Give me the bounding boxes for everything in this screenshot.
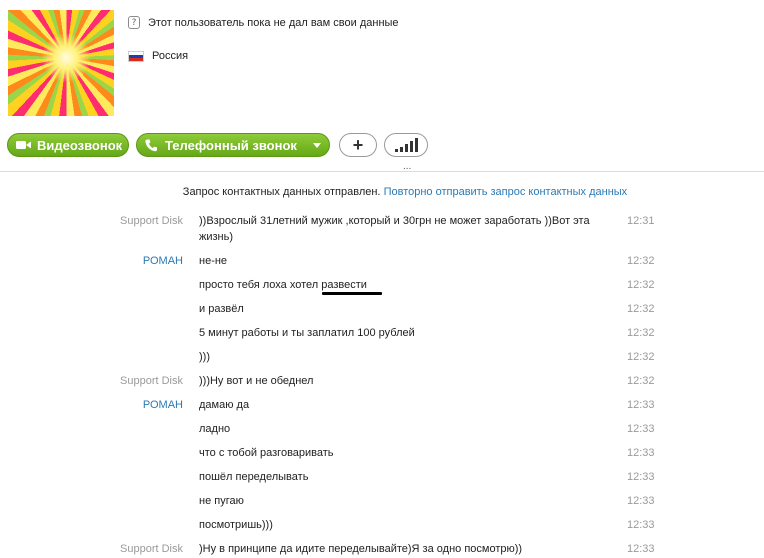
message-text: )Ну в принципе да идите переделывайте)Я … bbox=[199, 543, 523, 555]
message-text: ладно bbox=[199, 423, 231, 435]
contact-request-notice: Запрос контактных данных отправлен. Повт… bbox=[0, 186, 764, 198]
message-text: не пугаю bbox=[199, 495, 244, 507]
message-text: ))Взрослый 31летний мужик ,который и 30г… bbox=[199, 215, 590, 243]
add-button[interactable]: + bbox=[339, 133, 377, 157]
message-text: и развёл bbox=[199, 303, 244, 315]
plus-icon: + bbox=[352, 134, 364, 155]
message-time: 12:33 bbox=[627, 447, 655, 459]
message-text: дамаю да bbox=[199, 399, 250, 411]
phone-icon bbox=[145, 139, 157, 151]
handdrawn-underline bbox=[322, 292, 382, 295]
message-sender[interactable]: Support Disk bbox=[120, 373, 183, 389]
divider bbox=[0, 171, 764, 172]
message-time: 12:31 bbox=[627, 215, 655, 227]
question-icon: ? bbox=[128, 16, 140, 29]
message-time: 12:32 bbox=[627, 255, 655, 267]
message-time: 12:33 bbox=[627, 471, 655, 483]
message-time: 12:33 bbox=[627, 495, 655, 507]
message-time: 12:32 bbox=[627, 327, 655, 339]
message-time: 12:32 bbox=[627, 279, 655, 291]
signal-bars-icon bbox=[394, 138, 418, 152]
phone-call-label: Телефонный звонок bbox=[165, 137, 297, 153]
message-time: 12:33 bbox=[627, 423, 655, 435]
contact-country: Россия bbox=[152, 50, 189, 62]
message-time: 12:32 bbox=[627, 351, 655, 363]
video-call-button[interactable]: Видеозвонок bbox=[7, 133, 129, 157]
video-call-label: Видеозвонок bbox=[37, 137, 123, 153]
message-time: 12:32 bbox=[627, 375, 655, 387]
message-text: пошёл переделывать bbox=[199, 471, 309, 483]
message-time: 12:32 bbox=[627, 303, 655, 315]
message-time: 12:33 bbox=[627, 543, 655, 555]
message-text: не-не bbox=[199, 255, 228, 267]
avatar[interactable] bbox=[8, 10, 114, 116]
contact-country-row: Россия bbox=[128, 50, 188, 62]
contact-status-row: ? Этот пользователь пока не дал вам свои… bbox=[128, 16, 399, 29]
message-text: что с тобой разговаривать bbox=[199, 447, 334, 459]
message-text: 5 минут работы и ты заплатил 100 рублей bbox=[199, 327, 415, 339]
chevron-down-icon[interactable] bbox=[313, 142, 321, 148]
message-sender[interactable]: РОМАН bbox=[143, 397, 183, 413]
message-text: ))) bbox=[199, 351, 210, 363]
resend-request-link[interactable]: Повторно отправить запрос контактных дан… bbox=[384, 186, 628, 198]
contact-status-text: Этот пользователь пока не дал вам свои д… bbox=[148, 16, 399, 29]
message-text: )))Ну вот и не обеднел bbox=[199, 375, 314, 387]
phone-call-button[interactable]: Телефонный звонок bbox=[136, 133, 330, 157]
message-time: 12:33 bbox=[627, 519, 655, 531]
message-text: просто тебя лоха хотел развести bbox=[199, 279, 367, 291]
message-sender[interactable]: Support Disk bbox=[120, 541, 183, 557]
notice-text: Запрос контактных данных отправлен. bbox=[182, 186, 381, 198]
message-time: 12:33 bbox=[627, 399, 655, 411]
message-text: посмотришь))) bbox=[199, 519, 273, 531]
message-sender[interactable]: РОМАН bbox=[143, 253, 183, 269]
message-sender[interactable]: Support Disk bbox=[120, 213, 183, 229]
call-quality-button[interactable] bbox=[384, 133, 428, 157]
russia-flag-icon bbox=[128, 50, 144, 62]
video-camera-icon bbox=[16, 141, 31, 149]
